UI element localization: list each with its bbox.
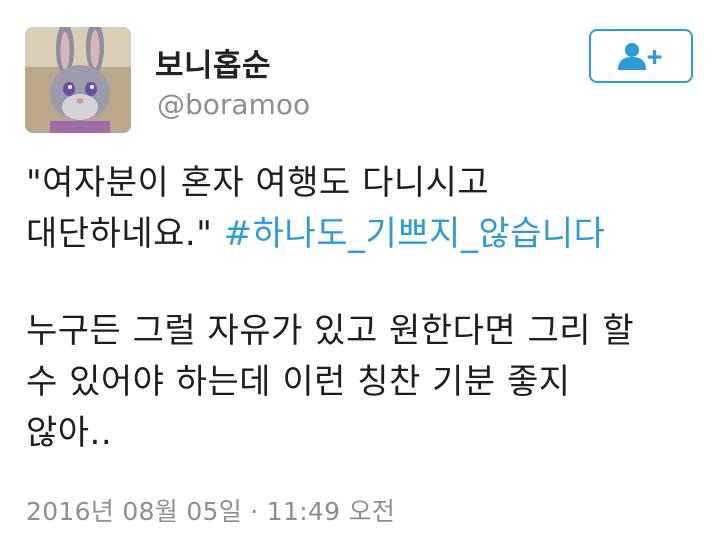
add-user-icon bbox=[618, 43, 662, 70]
avatar[interactable] bbox=[25, 27, 131, 133]
tweet-line: 않아.. bbox=[26, 413, 113, 453]
tweet-line-text: 대단하네요." bbox=[26, 214, 224, 254]
hashtag-link[interactable]: #하나도_기쁘지_않습니다 bbox=[224, 214, 606, 254]
follow-button[interactable] bbox=[589, 29, 693, 83]
tweet-timestamp: 2016년 08월 05일 · 11:49 오전 bbox=[26, 497, 396, 526]
tweet-line: 수 있어야 하는데 이런 칭찬 기분 좋지 bbox=[26, 362, 571, 402]
tweet-line: "여자분이 혼자 여행도 다니시고 bbox=[26, 163, 490, 203]
display-name[interactable]: 보니홉순 bbox=[155, 40, 271, 85]
tweet-text: "여자분이 혼자 여행도 다니시고 대단하네요." #하나도_기쁘지_않습니다 … bbox=[26, 158, 706, 459]
bunny-avatar-icon bbox=[25, 27, 131, 133]
user-handle[interactable]: @boramoo bbox=[157, 88, 310, 121]
tweet-spacer bbox=[26, 260, 706, 306]
tweet-line: 누구든 그럴 자유가 있고 원한다면 그리 할 bbox=[26, 311, 635, 351]
tweet-line: 대단하네요." #하나도_기쁘지_않습니다 bbox=[26, 209, 706, 260]
